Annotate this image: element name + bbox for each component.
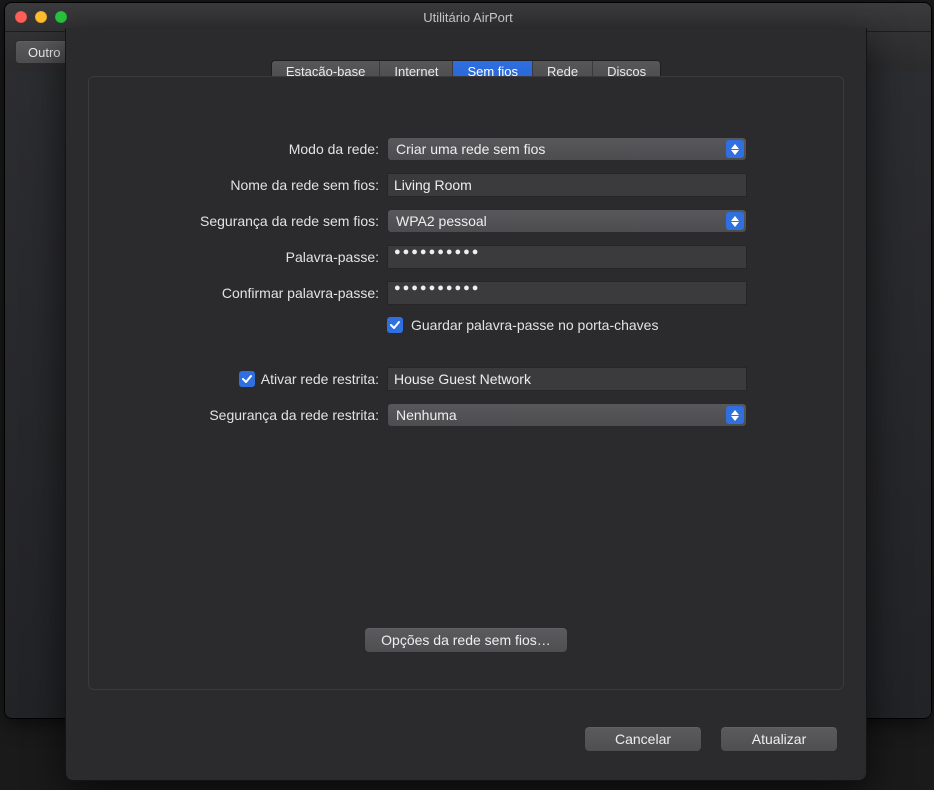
guest-enable-label: Ativar rede restrita: (261, 371, 379, 387)
traffic-lights (15, 11, 67, 23)
wireless-form: Modo da rede: Criar uma rede sem fios (89, 137, 843, 427)
network-name-label: Nome da rede sem fios: (89, 177, 387, 193)
updown-icon (726, 406, 744, 424)
updown-icon (726, 212, 744, 230)
password-input[interactable]: ●●●●●●●●●● (387, 245, 747, 269)
guest-name-input[interactable] (387, 367, 747, 391)
security-select[interactable]: WPA2 pessoal (387, 209, 747, 233)
security-label: Segurança da rede sem fios: (89, 213, 387, 229)
keychain-checkbox[interactable] (387, 317, 403, 333)
guest-security-label: Segurança da rede restrita: (89, 407, 387, 423)
settings-panel: Modo da rede: Criar uma rede sem fios (88, 76, 844, 690)
minimize-icon[interactable] (35, 11, 47, 23)
zoom-icon[interactable] (55, 11, 67, 23)
guest-security-select[interactable]: Nenhuma (387, 403, 747, 427)
close-icon[interactable] (15, 11, 27, 23)
network-name-input[interactable] (387, 173, 747, 197)
wireless-options-button[interactable]: Opções da rede sem fios… (364, 627, 568, 653)
guest-security-value: Nenhuma (396, 407, 457, 423)
tabs-container: Estação-base Internet Sem fios Rede Disc… (66, 28, 866, 83)
network-mode-label: Modo da rede: (89, 141, 387, 157)
cancel-button[interactable]: Cancelar (584, 726, 702, 752)
password-label: Palavra-passe: (89, 249, 387, 265)
network-mode-value: Criar uma rede sem fios (396, 141, 545, 157)
network-mode-select[interactable]: Criar uma rede sem fios (387, 137, 747, 161)
footer-buttons: Cancelar Atualizar (584, 726, 838, 752)
window-title: Utilitário AirPort (5, 10, 931, 25)
security-value: WPA2 pessoal (396, 213, 487, 229)
keychain-label: Guardar palavra-passe no porta-chaves (411, 317, 658, 333)
settings-sheet: Estação-base Internet Sem fios Rede Disc… (65, 28, 867, 781)
updown-icon (726, 140, 744, 158)
update-button[interactable]: Atualizar (720, 726, 838, 752)
guest-enable-checkbox[interactable] (239, 371, 255, 387)
confirm-password-input[interactable]: ●●●●●●●●●● (387, 281, 747, 305)
confirm-password-label: Confirmar palavra-passe: (89, 285, 387, 301)
